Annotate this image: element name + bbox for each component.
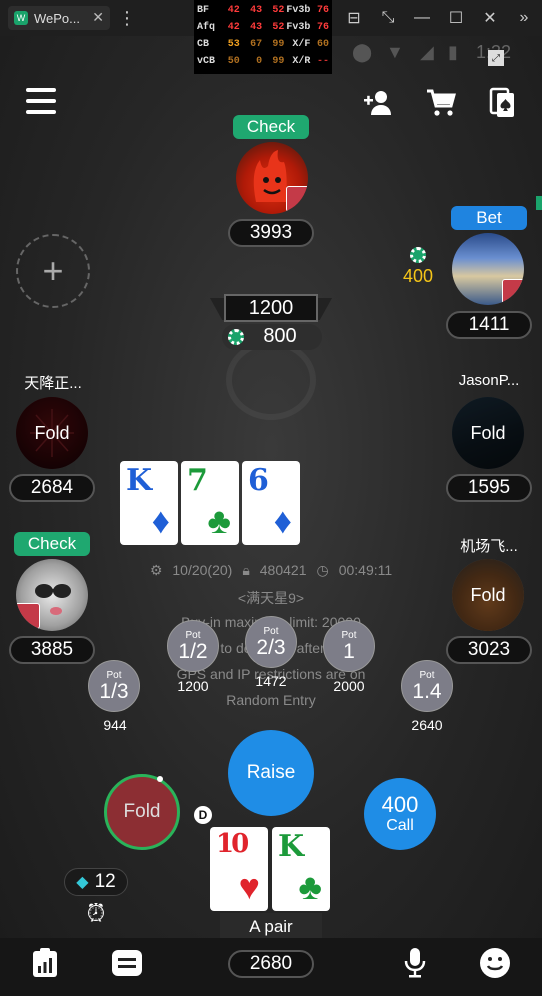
table-time: 00:49:11 — [338, 562, 393, 578]
left-mid-player-avatar[interactable]: Fold — [16, 397, 88, 469]
hero-card-1: 10 ♥ — [210, 827, 268, 911]
hand-date: 10/20(20) — [172, 562, 233, 578]
tab-close-icon[interactable]: ✕ — [92, 9, 104, 26]
alarm-clock-icon[interactable]: ⏰︎ — [82, 900, 110, 928]
left-low-player-chips: 3885 — [9, 636, 95, 664]
fold-button[interactable]: Fold — [104, 774, 180, 850]
cards-record-icon[interactable] — [486, 86, 520, 120]
hero-card-2: K ♣ — [272, 827, 330, 911]
player-stats-hud: BF 42 43 52 Fv3b 76 Afq 42 43 52 Fv3b 76… — [194, 0, 332, 74]
board-card-2: 7 ♣ — [181, 461, 239, 545]
pot-1-4-amount: 2640 — [411, 717, 443, 733]
call-amount: 400 — [381, 792, 419, 817]
hero-hand-label: A pair — [220, 913, 322, 941]
browser-tab[interactable]: W WePo... ✕ — [8, 6, 110, 30]
pot-full-amount: 2000 — [333, 678, 365, 694]
right-mid-player-chips: 1595 — [446, 474, 532, 502]
pot-third-button[interactable]: Pot 1/3 — [88, 660, 140, 712]
window-maximize-icon[interactable]: ☐ — [444, 6, 468, 30]
empty-seat-add[interactable]: + — [16, 234, 90, 308]
table-id: 480421 — [259, 562, 307, 578]
right-top-player-card-back-icon — [502, 279, 524, 305]
call-label: Call — [386, 817, 414, 834]
call-button[interactable]: 400 Call — [364, 778, 436, 850]
table-rule-4: Random Entry — [226, 692, 316, 708]
tab-title: WePo... — [34, 10, 81, 26]
right-top-player-chips: 1411 — [446, 311, 532, 339]
pot-total: 1200 — [224, 294, 318, 322]
pot-full-button[interactable]: Pot 1 — [323, 620, 375, 672]
window-tray-icon[interactable]: ⊟ — [342, 6, 366, 30]
pot-1-4-button[interactable]: Pot 1.4 — [401, 660, 453, 712]
right-mid-player-name: JasonP... — [458, 372, 520, 389]
right-low-player-chips: 3023 — [446, 636, 532, 664]
pot-two-thirds-button[interactable]: Pot 2/3 — [245, 616, 297, 668]
diamond-count: 12 — [94, 871, 116, 892]
window-collapse-icon[interactable]: » — [512, 6, 536, 30]
right-top-bet-chip-icon — [410, 247, 426, 263]
turn-timer-marker — [157, 776, 163, 782]
app-logo-icon: W — [14, 11, 28, 25]
side-indicator — [536, 196, 542, 210]
hand-date-icon: ⚙ — [149, 562, 163, 578]
raise-button[interactable]: Raise — [228, 730, 314, 816]
left-mid-player-state: Fold — [16, 397, 88, 469]
diamond-balance[interactable]: ◆ 12 — [64, 868, 128, 896]
dealer-button: D — [194, 806, 212, 824]
top-player-action-badge: Check — [233, 115, 309, 139]
right-low-player-state: Fold — [452, 559, 524, 631]
battery-icon: ▮ — [448, 42, 458, 62]
left-mid-player-name: 天降正... — [24, 375, 82, 392]
right-low-player-name: 机场飞... — [460, 538, 518, 555]
right-top-player-avatar[interactable] — [452, 233, 524, 305]
window-close-icon[interactable]: ✕ — [478, 6, 502, 30]
top-player-avatar[interactable] — [236, 142, 308, 214]
diamond-icon: ◆ — [76, 874, 89, 891]
board-card-1: K ♦ — [120, 461, 178, 545]
pot-half-amount: 1200 — [177, 678, 209, 694]
right-top-player-bet: 400 — [402, 266, 434, 286]
timer-icon: ◷ — [316, 562, 329, 578]
add-friend-icon[interactable] — [362, 86, 396, 120]
chat-message-icon[interactable] — [110, 946, 144, 980]
right-mid-player-state: Fold — [452, 397, 524, 469]
right-mid-player-avatar[interactable]: Fold — [452, 397, 524, 469]
table-id-icon: 🔒︎ — [242, 562, 250, 578]
wifi-icon: ▼ — [386, 42, 404, 62]
microphone-icon[interactable] — [398, 946, 432, 980]
table-info-row: ⚙ 10/20(20) 🔒︎ 480421 ◷ 00:49:11 — [140, 562, 402, 579]
pot-two-thirds-amount: 1472 — [255, 673, 287, 689]
wepoker-watermark-logo — [226, 340, 316, 420]
window-minimize-icon[interactable]: — — [410, 6, 434, 30]
top-player-card-back-icon — [286, 186, 308, 212]
right-top-player-action-badge: Bet — [451, 206, 527, 230]
pot-half-button[interactable]: Pot 1/2 — [167, 620, 219, 672]
window-expand-icon[interactable]: ⤡ — [376, 6, 400, 30]
signal-icon: ◢ — [420, 42, 434, 62]
left-mid-player-chips: 2684 — [9, 474, 95, 502]
stats-report-icon[interactable] — [28, 946, 62, 980]
location-icon: ⬤ — [352, 42, 373, 62]
pot-third-amount: 944 — [103, 717, 127, 733]
menu-icon[interactable] — [26, 88, 56, 114]
pot-chip-icon — [228, 329, 244, 345]
left-low-player-card-back-icon — [16, 603, 40, 629]
rotate-icon[interactable]: ⤢ — [488, 50, 504, 66]
more-options-icon[interactable]: ⋮ — [118, 6, 136, 30]
left-low-player-action-badge: Check — [14, 532, 90, 556]
shop-cart-icon[interactable] — [424, 86, 458, 120]
pot-chips: 800 — [263, 325, 297, 347]
emoji-icon[interactable] — [478, 946, 512, 980]
right-low-player-avatar[interactable]: Fold — [452, 559, 524, 631]
left-low-player-avatar[interactable] — [16, 559, 88, 631]
board-card-3: 6 ♦ — [242, 461, 300, 545]
table-name: <满天星9> — [237, 590, 305, 606]
hero-chips: 2680 — [228, 950, 314, 978]
top-player-chips: 3993 — [228, 219, 314, 247]
